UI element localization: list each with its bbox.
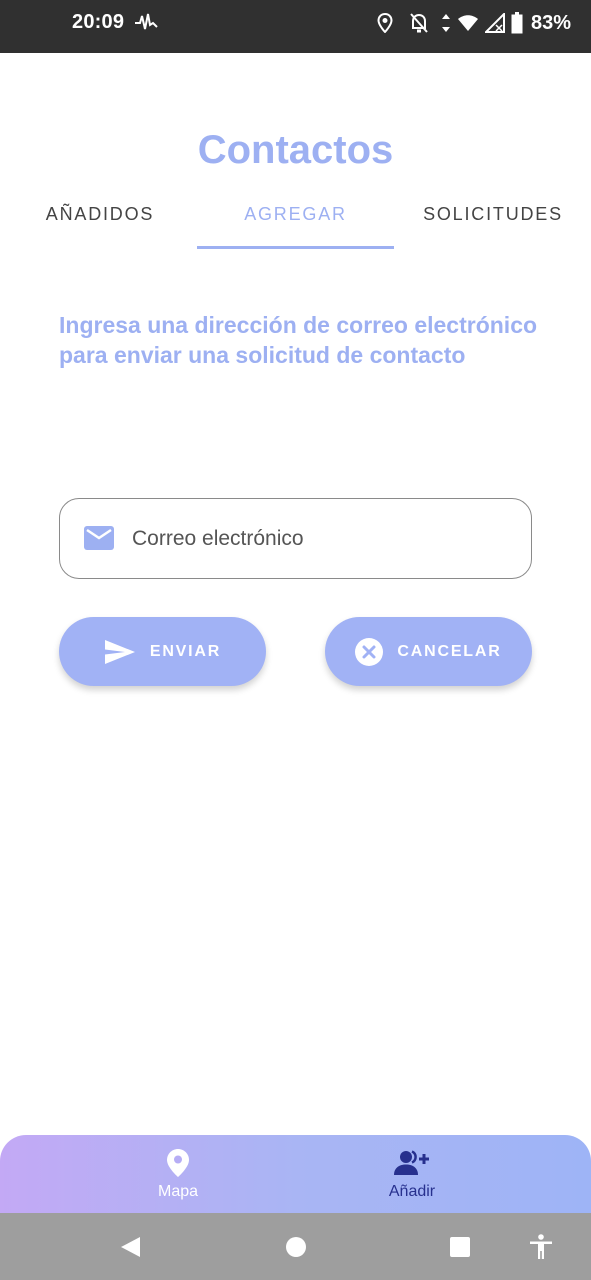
- notifications-off-icon: [410, 13, 428, 33]
- cancel-button-label: CANCELAR: [397, 642, 502, 660]
- add-user-icon: [394, 1150, 429, 1175]
- accessibility-icon: [530, 1234, 552, 1259]
- home-icon: [286, 1237, 306, 1257]
- data-arrows-icon: [441, 14, 450, 32]
- status-icons: 83%: [377, 10, 571, 36]
- send-button[interactable]: ENVIAR: [59, 617, 266, 686]
- nav-label-map: Mapa: [157, 1183, 199, 1200]
- tab-added[interactable]: AÑADIDOS: [40, 204, 160, 232]
- home-button[interactable]: [283, 1234, 309, 1260]
- status-bar: 20:09 83%: [0, 0, 591, 53]
- send-icon: [104, 639, 135, 664]
- email-icon: [84, 526, 114, 550]
- nav-label-add: Añadir: [388, 1183, 436, 1200]
- system-navigation-bar: [0, 1213, 591, 1280]
- page-title: Contactos: [197, 128, 394, 172]
- battery-icon: [511, 12, 523, 34]
- signal-icon: [484, 13, 505, 33]
- bottom-navigation: Mapa Añadir: [0, 1135, 591, 1213]
- location-icon: [377, 13, 393, 33]
- tab-requests[interactable]: SOLICITUDES: [420, 204, 566, 232]
- status-time: 20:09: [72, 11, 125, 33]
- send-button-label: ENVIAR: [149, 642, 222, 660]
- tab-indicator: [197, 246, 394, 249]
- email-input[interactable]: [132, 521, 512, 557]
- cancel-circle-icon: [355, 637, 384, 666]
- back-button[interactable]: [117, 1234, 143, 1260]
- nav-item-add[interactable]: Añadir: [352, 1135, 472, 1213]
- accessibility-button[interactable]: [528, 1234, 554, 1260]
- cancel-button[interactable]: CANCELAR: [325, 617, 532, 686]
- activity-icon: [135, 13, 158, 30]
- back-icon: [121, 1237, 140, 1257]
- instructions-text: Ingresa una dirección de correo electrón…: [59, 312, 538, 368]
- nav-item-map[interactable]: Mapa: [118, 1135, 238, 1213]
- tab-add[interactable]: AGREGAR: [197, 204, 394, 232]
- wifi-icon: [457, 15, 478, 31]
- recents-button[interactable]: [447, 1234, 473, 1260]
- map-pin-icon: [167, 1149, 189, 1177]
- battery-percent: 83%: [530, 11, 571, 34]
- email-field[interactable]: [59, 498, 532, 579]
- recents-icon: [450, 1237, 470, 1257]
